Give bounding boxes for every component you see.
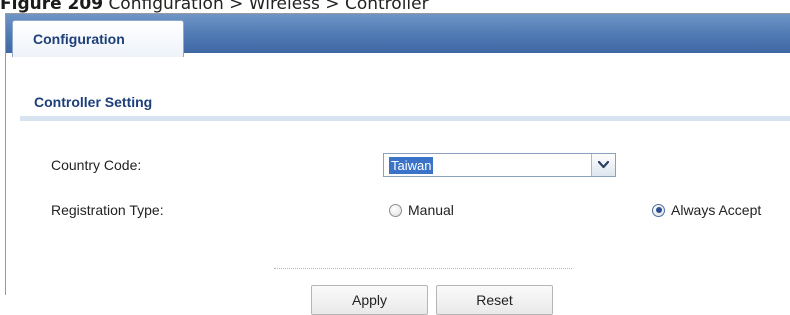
- radio-always-accept[interactable]: Always Accept: [652, 202, 761, 218]
- section-divider: [20, 116, 790, 121]
- tab-configuration[interactable]: Configuration: [12, 20, 184, 57]
- country-code-label: Country Code:: [51, 157, 142, 173]
- apply-button[interactable]: Apply: [311, 285, 428, 315]
- button-divider: [274, 268, 572, 269]
- chevron-down-icon[interactable]: [591, 154, 615, 176]
- section-title: Controller Setting: [34, 94, 153, 110]
- figure-label: Figure 209: [0, 0, 104, 14]
- radio-label-manual: Manual: [408, 202, 454, 218]
- radio-button-manual[interactable]: [389, 203, 402, 217]
- radio-button-always-accept[interactable]: [652, 203, 665, 217]
- tab-bar: Configuration: [6, 14, 790, 57]
- country-code-value: Taiwan: [389, 157, 434, 174]
- configuration-panel: Configuration Controller Setting Country…: [5, 13, 790, 315]
- registration-type-label: Registration Type:: [51, 202, 164, 218]
- country-code-select[interactable]: Taiwan: [383, 153, 616, 177]
- radio-manual[interactable]: Manual: [389, 202, 454, 218]
- figure-caption: Figure 209 Configuration > Wireless > Co…: [0, 0, 429, 14]
- reset-button[interactable]: Reset: [436, 285, 553, 315]
- radio-label-always-accept: Always Accept: [671, 202, 762, 218]
- figure-path: Configuration > Wireless > Controller: [108, 0, 429, 14]
